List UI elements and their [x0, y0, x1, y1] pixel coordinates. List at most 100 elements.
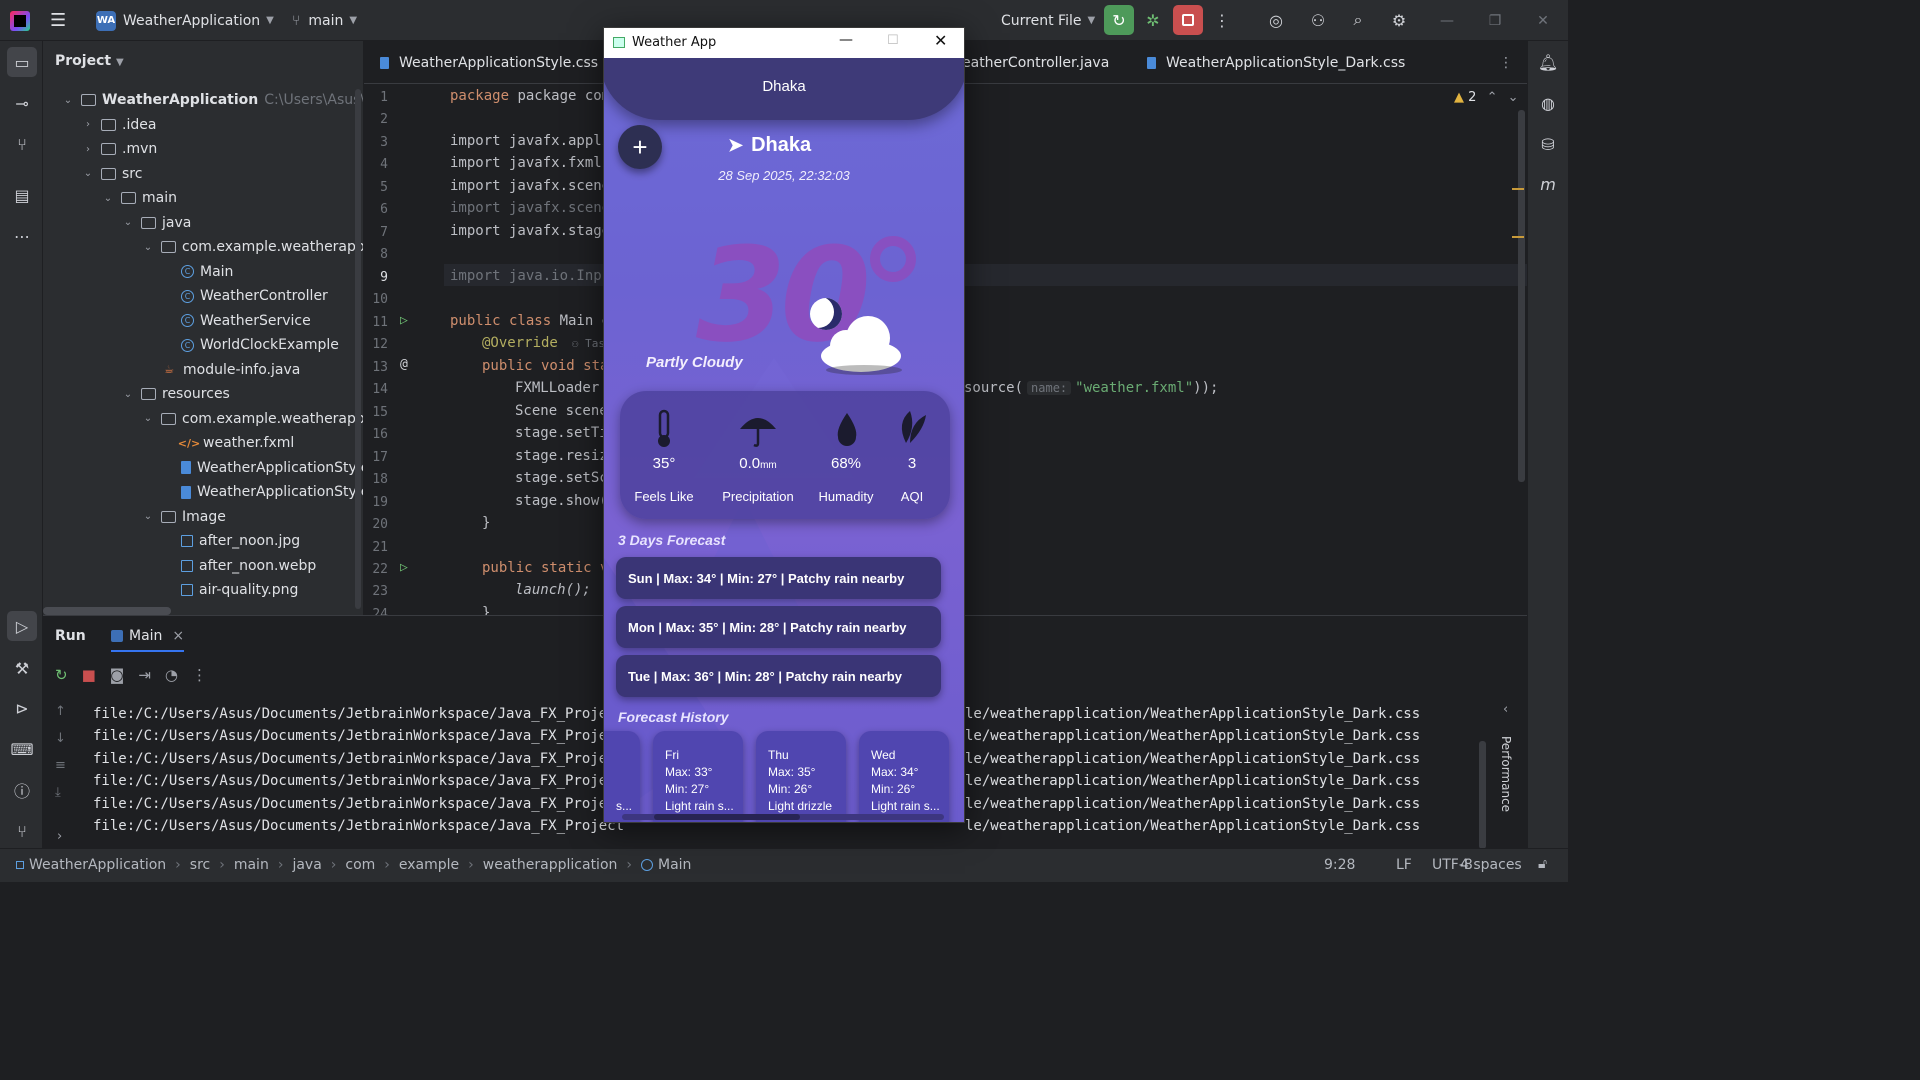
main-menu-icon[interactable]: ☰ — [50, 0, 66, 41]
chevron-down-icon[interactable]: ⌄ — [121, 217, 135, 228]
more-tools-icon[interactable]: ⋯ — [7, 221, 37, 251]
ai-assistant-icon[interactable]: ◎ — [1261, 5, 1291, 35]
history-scrollbar-track[interactable] — [622, 814, 944, 820]
more-options-icon[interactable]: ⋮ — [1207, 5, 1237, 35]
minimize-icon[interactable]: — — [839, 32, 853, 48]
line-separator[interactable]: LF — [1396, 857, 1412, 873]
stop-icon[interactable]: ■ — [82, 666, 96, 684]
warnings-indicator[interactable]: ▲ 2 ⌃ ⌄ — [1454, 90, 1519, 105]
breadcrumb-item[interactable]: example — [399, 857, 459, 873]
scroll-down-icon[interactable]: ↓ — [55, 731, 66, 746]
rerun-icon[interactable]: ↻ — [55, 666, 68, 684]
breadcrumb-item[interactable]: java — [292, 857, 321, 873]
debug-icon[interactable]: ✲ — [1138, 5, 1168, 35]
tree-item[interactable]: › .idea — [81, 113, 156, 137]
screenshot-icon[interactable]: ◙ — [110, 666, 125, 684]
chevron-down-icon[interactable]: ⌄ — [61, 95, 75, 106]
maven-icon[interactable]: m — [1533, 169, 1563, 199]
tree-item[interactable]: after_noon.jpg — [161, 529, 300, 553]
tree-item[interactable]: ⌄ Image — [141, 505, 226, 529]
warning-marker[interactable] — [1512, 188, 1524, 190]
console-scrollbar[interactable] — [1479, 741, 1486, 849]
commit-icon[interactable]: ⊸ — [7, 88, 37, 118]
chevron-down-icon[interactable]: ⌄ — [81, 168, 95, 179]
lock-icon[interactable]: 🔓︎ — [1538, 856, 1547, 872]
run-tool-icon[interactable]: ▷ — [7, 611, 37, 641]
soft-wrap-icon[interactable]: ≡ — [55, 758, 66, 773]
add-city-button[interactable]: + — [618, 125, 662, 169]
editor-scrollbar[interactable] — [1518, 110, 1525, 482]
build-icon[interactable]: ⚒ — [7, 653, 37, 683]
notifications-bell-icon[interactable]: 🔔︎ — [1533, 47, 1563, 77]
collapse-arrow-icon[interactable]: ‹ — [1503, 702, 1508, 717]
tree-item[interactable]: C Main — [161, 260, 233, 284]
tree-item[interactable]: ⌄ com.example.weatherapplicati — [141, 407, 363, 431]
run-gutter-icon[interactable]: ▷ — [400, 560, 408, 575]
scroll-up-icon[interactable]: ↑ — [55, 704, 66, 719]
ai-chat-icon[interactable]: ◍ — [1533, 88, 1563, 118]
chevron-down-icon[interactable]: ⌄ — [141, 413, 155, 424]
branch-selector[interactable]: ⑂ main ▼ — [292, 0, 357, 41]
forecast-item[interactable]: Tue | Max: 36° | Min: 28° | Patchy rain … — [616, 655, 941, 697]
settings-gear-icon[interactable]: ⚙ — [1384, 5, 1414, 35]
forecast-item[interactable]: Sun | Max: 34° | Min: 27° | Patchy rain … — [616, 557, 941, 599]
tree-item[interactable]: ☕ module-info.java — [141, 358, 300, 382]
project-panel-title[interactable]: Project ▼ — [55, 53, 124, 69]
indent-setting[interactable]: 4 spaces — [1460, 857, 1522, 873]
run-gutter-icon[interactable]: ▷ — [400, 313, 408, 328]
search-icon[interactable]: ⌕ — [1343, 5, 1373, 35]
database-icon[interactable]: ⛁ — [1533, 129, 1563, 159]
chevron-down-icon[interactable]: ⌄ — [141, 242, 155, 253]
breadcrumb-item[interactable]: src — [190, 857, 210, 873]
more-icon[interactable]: ⋮ — [192, 666, 207, 684]
caret-position[interactable]: 9:28 — [1324, 857, 1355, 873]
history-card[interactable]: Wed Max: 34° Min: 26° Light rain s... — [859, 731, 949, 822]
breadcrumb-item[interactable]: com — [345, 857, 375, 873]
run-tab-main[interactable]: Main × — [111, 622, 185, 652]
tree-item[interactable]: ⌄ WeatherApplication C:\Users\Asus\Doc — [61, 88, 363, 112]
tab-options-icon[interactable]: ⋮ — [1499, 41, 1513, 84]
close-tab-icon[interactable]: × — [172, 628, 184, 644]
history-card-partial[interactable]: s... — [604, 731, 640, 822]
tree-item[interactable]: C WeatherController — [161, 284, 328, 308]
rerun-icon[interactable]: ↻ — [1104, 5, 1134, 35]
services-icon[interactable]: ⊳ — [7, 693, 37, 723]
stop-button[interactable] — [1173, 5, 1203, 35]
close-icon[interactable]: ✕ — [934, 31, 947, 50]
tree-item[interactable]: ⌄ resources — [121, 382, 230, 406]
history-card[interactable]: Fri Max: 33° Min: 27° Light rain s... — [653, 731, 743, 822]
add-user-icon[interactable]: ⚇ — [1303, 5, 1333, 35]
tree-item[interactable]: air-quality.png — [161, 578, 298, 602]
history-card[interactable]: Thu Max: 35° Min: 26° Light drizzle — [756, 731, 846, 822]
restore-icon[interactable]: ❐ — [1472, 0, 1518, 41]
problems-icon[interactable]: ⓘ — [7, 775, 37, 805]
tree-item[interactable]: ⌄ com.example.weatherapplicati — [141, 235, 363, 259]
chevron-right-icon[interactable]: › — [81, 119, 95, 130]
tree-item[interactable]: › .mvn — [81, 137, 157, 161]
horizontal-scrollbar[interactable] — [43, 607, 171, 615]
expand-icon[interactable]: › — [57, 829, 62, 844]
tree-item[interactable]: after_noon.webp — [161, 554, 316, 578]
tree-item[interactable]: C WeatherService — [161, 309, 311, 333]
maximize-icon[interactable]: ☐ — [887, 33, 899, 48]
terminal-icon[interactable]: ⌨ — [7, 734, 37, 764]
forecast-item[interactable]: Mon | Max: 35° | Min: 28° | Patchy rain … — [616, 606, 941, 648]
tab-weather-style-dark-css[interactable]: WeatherApplicationStyle_Dark.css — [1147, 41, 1405, 84]
tree-item[interactable]: ⌄ src — [81, 162, 143, 186]
close-icon[interactable]: ✕ — [1520, 0, 1566, 41]
breadcrumb-item[interactable]: main — [234, 857, 269, 873]
pull-requests-icon[interactable]: ⑂ — [7, 129, 37, 159]
project-selector[interactable]: WA WeatherApplication ▼ — [96, 0, 274, 41]
tree-item[interactable]: </> weather.fxml — [161, 431, 295, 455]
minimize-icon[interactable]: — — [1424, 0, 1470, 41]
performance-tab[interactable]: Performance — [1499, 736, 1513, 812]
breadcrumb-item[interactable]: weatherapplication — [483, 857, 618, 873]
tree-item[interactable]: WeatherApplicationStyle.cs — [161, 456, 363, 480]
exit-icon[interactable]: ⇥ — [138, 666, 151, 684]
git-icon[interactable]: ⑂ — [7, 816, 37, 846]
history-scrollbar-thumb[interactable] — [654, 814, 800, 820]
project-folder-icon[interactable]: ▭ — [7, 47, 37, 77]
breadcrumb-item[interactable]: Main — [658, 857, 691, 873]
profiler-icon[interactable]: ◔ — [165, 666, 178, 684]
warning-marker[interactable] — [1512, 236, 1524, 238]
